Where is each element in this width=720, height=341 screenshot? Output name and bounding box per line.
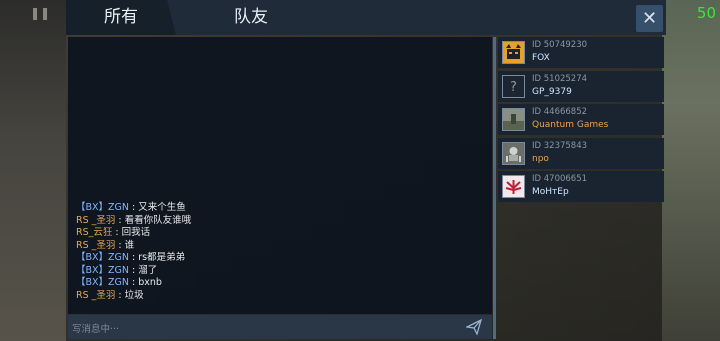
chat-sender[interactable]: 【BX】ZGN	[76, 252, 129, 263]
game-background-right	[662, 0, 720, 341]
player-row[interactable]: ID 44666852 Quantum Games	[498, 104, 664, 135]
player-name: MoHтEp	[532, 187, 569, 197]
robot-avatar-icon	[502, 141, 525, 165]
chat-log[interactable]: 【BX】ZGN : 又来个生鱼 RS _圣羽 : 看看你队友谁哦 RS_云狂 : 回…	[68, 37, 492, 314]
chat-sender[interactable]: RS _圣羽	[76, 215, 115, 226]
chat-text: : rs都是弟弟	[129, 252, 186, 263]
chat-text: : bxnb	[129, 277, 162, 288]
player-id: ID 47006651	[532, 174, 588, 184]
fox-avatar-icon	[502, 41, 525, 64]
send-icon[interactable]	[466, 319, 482, 335]
svg-text:?: ?	[510, 80, 517, 95]
chat-sender[interactable]: 【BX】ZGN	[76, 202, 129, 213]
landscape-avatar-icon	[502, 108, 525, 131]
player-row[interactable]: ? ID 51025274 GP_9379	[498, 70, 664, 102]
chat-text: : 又来个生鱼	[129, 202, 186, 213]
player-name: npo	[532, 153, 549, 164]
chat-sender[interactable]: RS _圣羽	[76, 240, 115, 251]
player-row[interactable]: ID 47006651 MoHтEp	[498, 171, 664, 202]
player-id: ID 50749230	[532, 40, 588, 50]
chat-message: RS_云狂 : 回我话	[76, 227, 191, 240]
chat-sender[interactable]: 【BX】ZGN	[76, 277, 129, 288]
player-id: ID 51025274	[532, 73, 588, 84]
chat-message: 【BX】ZGN : bxnb	[76, 277, 191, 290]
chat-sender[interactable]: RS _圣羽	[76, 290, 115, 301]
chat-text: : 溜了	[129, 264, 158, 276]
tab-all[interactable]: 所有	[66, 0, 176, 35]
chat-message: RS _圣羽 : 垃圾	[76, 290, 191, 303]
player-id: ID 32375843	[532, 140, 588, 151]
pause-icon[interactable]: ❚❚	[30, 6, 50, 20]
leaf-avatar-icon	[502, 175, 525, 198]
player-row[interactable]: ID 50749230 FOX	[498, 37, 664, 68]
chat-message: 【BX】ZGN : rs都是弟弟	[76, 252, 191, 265]
fps-counter: 50	[696, 4, 716, 22]
player-list: ID 50749230 FOX? ID 51025274 GP_9379 ID 4466…	[498, 37, 664, 205]
tab-bar: 所有 队友 ✕	[66, 0, 666, 35]
chat-sender[interactable]: 【BX】ZGN	[76, 265, 129, 276]
chat-text: : 谁	[115, 239, 135, 251]
panel-divider	[493, 37, 496, 339]
message-placeholder: 写消息中···	[72, 324, 120, 335]
chat-sender[interactable]: RS_云狂	[76, 227, 112, 238]
unknown-avatar-icon: ?	[502, 74, 525, 98]
chat-message: RS _圣羽 : 谁	[76, 240, 191, 253]
player-name: FOX	[532, 53, 550, 63]
close-icon: ✕	[641, 8, 658, 29]
chat-text: : 看看你队友谁哦	[115, 214, 192, 226]
close-button[interactable]: ✕	[636, 5, 663, 32]
chat-message: 【BX】ZGN : 溜了	[76, 265, 191, 278]
message-input[interactable]: 写消息中···	[68, 315, 492, 339]
chat-message: RS _圣羽 : 看看你队友谁哦	[76, 215, 191, 228]
chat-text: : 回我话	[112, 227, 151, 238]
tab-team[interactable]: 队友	[196, 0, 306, 35]
player-row[interactable]: ID 32375843 npo	[498, 137, 664, 169]
chat-message: 【BX】ZGN : 又来个生鱼	[76, 202, 191, 215]
game-background-left	[0, 0, 66, 341]
player-name: GP_9379	[532, 86, 572, 97]
player-name: Quantum Games	[532, 120, 609, 130]
chat-window: 所有 队友 ✕ 【BX】ZGN : 又来个生鱼 RS _圣羽 : 看看你队友谁哦 R…	[66, 0, 666, 341]
chat-text: : 垃圾	[115, 289, 144, 301]
player-id: ID 44666852	[532, 107, 588, 117]
chat-lines: 【BX】ZGN : 又来个生鱼 RS _圣羽 : 看看你队友谁哦 RS_云狂 : 回…	[76, 202, 191, 302]
